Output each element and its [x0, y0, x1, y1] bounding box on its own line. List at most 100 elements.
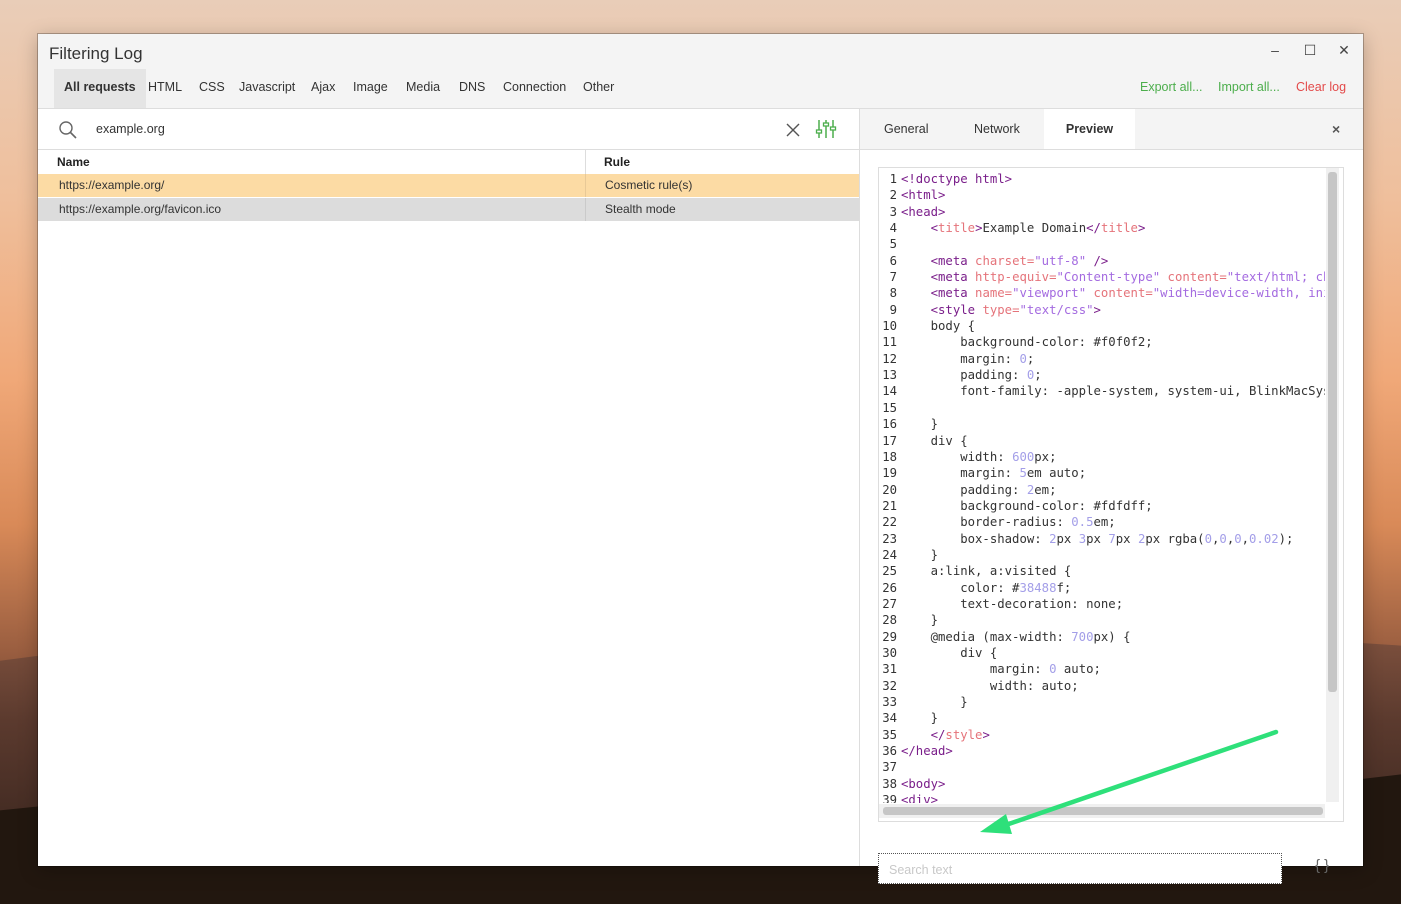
- code-line: 36 </head>: [879, 743, 1325, 759]
- code-text: padding: 2em;: [901, 482, 1057, 497]
- close-window-button[interactable]: ✕: [1332, 40, 1356, 60]
- line-number: 25: [882, 564, 897, 579]
- clear-search-icon[interactable]: [785, 122, 801, 138]
- code-line: 32 width: auto;: [879, 678, 1325, 694]
- line-number: 23: [882, 531, 897, 546]
- request-search-input[interactable]: [94, 119, 698, 139]
- line-number: 15: [882, 400, 897, 415]
- line-number: 28: [882, 613, 897, 628]
- line-number: 17: [882, 433, 897, 448]
- tab-html[interactable]: HTML: [148, 69, 182, 108]
- tab-network[interactable]: Network: [974, 109, 1020, 149]
- line-number: 13: [882, 368, 897, 383]
- table-row[interactable]: https://example.org/favicon.ico Stealth …: [38, 198, 859, 221]
- line-number: 36: [882, 744, 897, 759]
- line-number: 29: [882, 629, 897, 644]
- code-text: </style>: [901, 727, 990, 742]
- line-number: 11: [882, 335, 897, 350]
- code-text: }: [901, 695, 968, 709]
- code-line: 2 <html>: [879, 187, 1325, 203]
- vertical-scrollbar[interactable]: [1326, 168, 1339, 802]
- code-text: <style type="text/css">: [930, 302, 1101, 317]
- code-line: 16 }: [879, 416, 1325, 432]
- close-details-button[interactable]: ×: [1332, 121, 1340, 137]
- code-line: 1 <!doctype html>: [879, 171, 1325, 187]
- scrollbar-thumb[interactable]: [883, 807, 1323, 815]
- code-line: 19 margin: 5em auto;: [879, 465, 1325, 481]
- line-number: 34: [882, 711, 897, 726]
- clear-log-link[interactable]: Clear log: [1296, 69, 1346, 106]
- code-text: <!doctype html>: [901, 172, 1013, 186]
- code-text: background-color: #fdfdff;: [901, 498, 1153, 513]
- code-line: 34 }: [879, 710, 1325, 726]
- line-number: 16: [882, 417, 897, 432]
- request-search-bar: [38, 109, 859, 150]
- tab-preview[interactable]: Preview: [1044, 109, 1135, 149]
- code-text: <html>: [901, 188, 946, 203]
- title-bar: Filtering Log – ☐ ✕: [38, 34, 1363, 69]
- line-number: 33: [882, 695, 897, 709]
- code-line: 29 @media (max-width: 700px) {: [879, 629, 1325, 645]
- line-number: 24: [882, 547, 897, 562]
- horizontal-scrollbar[interactable]: [879, 804, 1325, 818]
- code-line: 38 <body>: [879, 776, 1325, 792]
- code-text: </head>: [901, 744, 953, 759]
- code-text: <div>: [901, 793, 939, 803]
- minimize-button[interactable]: –: [1263, 40, 1287, 60]
- tab-connection[interactable]: Connection: [503, 69, 566, 108]
- export-all-link[interactable]: Export all...: [1140, 69, 1203, 106]
- row-divider: [585, 198, 586, 221]
- filter-settings-icon[interactable]: [815, 118, 837, 140]
- request-url: https://example.org/favicon.ico: [59, 202, 222, 216]
- tab-image[interactable]: Image: [353, 69, 388, 108]
- code-line: 9 <style type="text/css">: [879, 302, 1325, 318]
- request-details-pane: General Network Preview × 1 <!doctype htm…: [860, 109, 1363, 884]
- code-line: 3 <head>: [879, 204, 1325, 220]
- code-text: <meta name="viewport" content="width=dev…: [930, 286, 1325, 301]
- code-text: box-shadow: 2px 3px 7px 2px rgba(0,0,0,0…: [901, 531, 1294, 546]
- import-all-link[interactable]: Import all...: [1218, 69, 1280, 106]
- code-line: 28 }: [879, 612, 1325, 628]
- tab-other[interactable]: Other: [583, 69, 614, 108]
- line-number: 38: [882, 776, 897, 791]
- code-line: 30 div {: [879, 645, 1325, 661]
- code-text: @media (max-width: 700px) {: [901, 629, 1131, 644]
- code-text: <meta http-equiv="Content-type" content=…: [930, 270, 1325, 285]
- maximize-button[interactable]: ☐: [1298, 40, 1322, 60]
- source-preview: 1 <!doctype html> 2 <html> 3 <head> 4 <title>E…: [878, 167, 1344, 822]
- line-number: 18: [882, 449, 897, 464]
- tab-all-requests[interactable]: All requests: [54, 69, 146, 108]
- code-text: font-family: -apple-system, system-ui, B…: [960, 384, 1325, 399]
- table-row[interactable]: https://example.org/ Cosmetic rule(s): [38, 174, 859, 197]
- row-divider: [585, 174, 586, 197]
- code-line: 11 background-color: #f0f0f2;: [879, 334, 1325, 350]
- code-text: <meta charset="utf-8" />: [930, 253, 1109, 268]
- code-line: 39 <div>: [879, 792, 1325, 803]
- scrollbar-thumb[interactable]: [1328, 172, 1337, 692]
- code-line: 14 font-family: -apple-system, system-ui…: [879, 383, 1325, 399]
- code-text: border-radius: 0.5em;: [901, 515, 1116, 530]
- column-header-name[interactable]: Name: [57, 150, 90, 174]
- tab-general[interactable]: General: [884, 109, 928, 149]
- tab-javascript[interactable]: Javascript: [239, 69, 295, 108]
- code-line: 10 body {: [879, 318, 1325, 334]
- code-text: }: [901, 547, 939, 562]
- tab-css[interactable]: CSS: [199, 69, 225, 108]
- search-text-input[interactable]: [887, 860, 1271, 880]
- code-line: 23 box-shadow: 2px 3px 7px 2px rgba(0,0,…: [879, 531, 1325, 547]
- code-text: }: [901, 613, 939, 628]
- code-text: body {: [901, 319, 976, 334]
- line-number: 5: [889, 237, 897, 252]
- column-header-rule[interactable]: Rule: [604, 150, 630, 174]
- code-line: 4 <title>Example Domain</title>: [879, 220, 1325, 236]
- line-number: 12: [882, 351, 897, 366]
- column-divider[interactable]: [585, 150, 586, 174]
- tab-dns[interactable]: DNS: [459, 69, 485, 108]
- tab-ajax[interactable]: Ajax: [311, 69, 335, 108]
- code-view[interactable]: 1 <!doctype html> 2 <html> 3 <head> 4 <title>E…: [879, 171, 1325, 803]
- format-code-button[interactable]: { }: [1315, 857, 1329, 874]
- tab-media[interactable]: Media: [406, 69, 440, 108]
- code-text: margin: 5em auto;: [901, 466, 1087, 481]
- line-number: 2: [889, 188, 897, 203]
- code-line: 21 background-color: #fdfdff;: [879, 498, 1325, 514]
